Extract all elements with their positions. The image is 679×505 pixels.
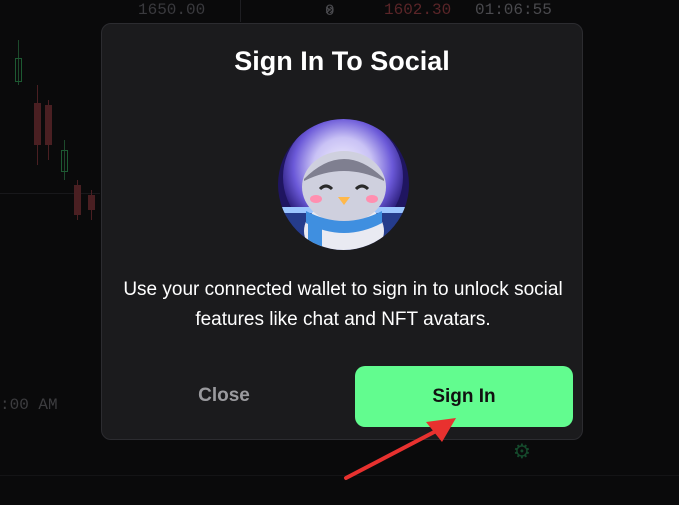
sign-in-modal: Sign In To Social Use your connected wal… bbox=[101, 23, 583, 440]
round-timer: 01:06:55 bbox=[475, 1, 552, 19]
sign-in-button[interactable]: Sign In bbox=[355, 366, 573, 427]
position-count: 0» bbox=[325, 1, 335, 20]
grid-line bbox=[0, 193, 100, 194]
nft-avatar-image bbox=[278, 119, 409, 250]
price-ticker-bar: 1650.00 0» 1602.30 01:06:55 bbox=[0, 0, 679, 22]
grid-line bbox=[0, 475, 679, 476]
modal-description: Use your connected wallet to sign in to … bbox=[123, 279, 563, 330]
divider bbox=[240, 0, 241, 22]
current-price: 1602.30 bbox=[384, 1, 452, 19]
price-level-label: 1650.00 bbox=[138, 1, 206, 19]
gear-icon[interactable]: ⚙ bbox=[513, 441, 535, 463]
modal-title: Sign In To Social bbox=[234, 46, 450, 76]
close-button[interactable]: Close bbox=[154, 366, 294, 426]
time-axis-label: :00 AM bbox=[0, 396, 58, 414]
